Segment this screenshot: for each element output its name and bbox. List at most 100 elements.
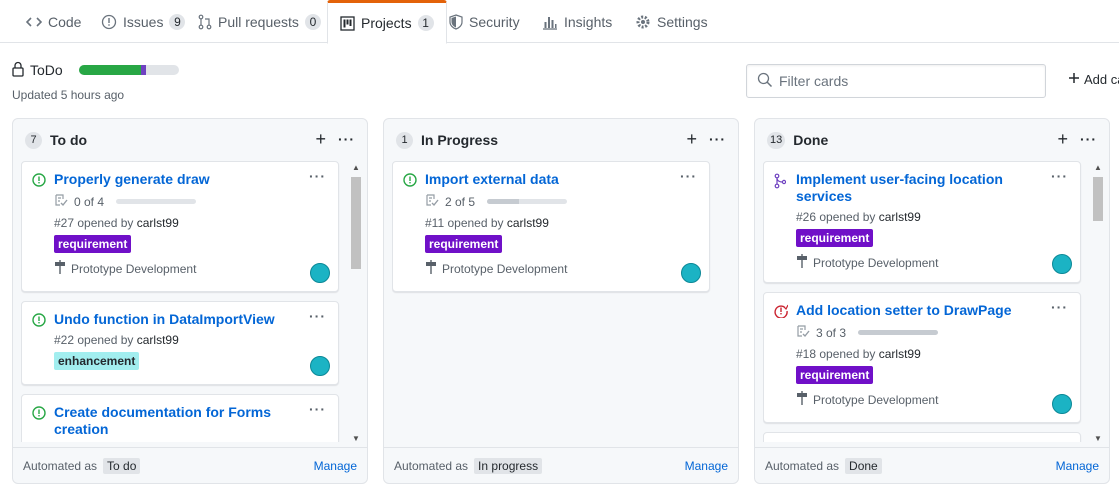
avatar[interactable] (1052, 394, 1072, 414)
card-menu-icon[interactable]: ··· (309, 401, 326, 417)
filter-cards-field[interactable] (746, 64, 1046, 98)
column-to-do: 7 To do + ··· ··· Properly generate draw… (12, 118, 368, 484)
avatar[interactable] (310, 263, 330, 283)
card-menu-icon[interactable]: ··· (1051, 168, 1068, 184)
task-progress: 3 of 3 (796, 324, 1070, 341)
issue-card[interactable]: ··· Properly generate draw 0 of 4 #27 op… (21, 161, 339, 292)
card-milestone[interactable]: Prototype Development (796, 391, 1070, 408)
add-cards-button[interactable]: Add ca (1068, 72, 1119, 87)
column-menu-icon[interactable]: ··· (709, 131, 726, 147)
label-requirement[interactable]: requirement (425, 235, 503, 253)
scroll-down-arrow[interactable]: ▼ (352, 434, 360, 443)
scroll-down-arrow[interactable]: ▼ (1094, 434, 1102, 443)
tab-projects[interactable]: Projects 1 (327, 0, 447, 44)
automation-text: Automated as (765, 458, 840, 473)
column-menu-icon[interactable]: ··· (338, 131, 355, 147)
code-icon (26, 14, 42, 30)
graph-icon (542, 14, 558, 30)
milestone-label: Prototype Development (813, 255, 939, 270)
merged-pull-request-icon (774, 173, 787, 192)
card-author[interactable]: carlst99 (137, 333, 179, 347)
column-scrollbar[interactable]: ▲ ▼ (1092, 163, 1104, 443)
automation-label: In progress (474, 457, 543, 474)
pull-request-card[interactable]: ··· Implement user-facing location servi… (763, 161, 1081, 283)
card-milestone[interactable]: Prototype Development (796, 254, 1070, 271)
card-milestone[interactable]: Prototype Development (425, 260, 699, 277)
column-footer: Automated as To do Manage (13, 447, 367, 483)
card-menu-icon[interactable]: ··· (309, 308, 326, 324)
tab-label: Issues (123, 13, 164, 30)
add-card-plus-icon[interactable]: + (315, 130, 326, 148)
tab-label: Projects (361, 15, 412, 31)
filter-cards-input[interactable] (779, 73, 1029, 89)
card-menu-icon[interactable]: ··· (1051, 299, 1068, 315)
issue-card[interactable]: ··· Undo function in DataImportView #22 … (21, 301, 339, 385)
card-author[interactable]: carlst99 (137, 216, 179, 230)
card-author[interactable]: carlst99 (507, 216, 549, 230)
tab-security[interactable]: Security (437, 0, 532, 43)
scroll-thumb[interactable] (1093, 177, 1103, 221)
tab-issues[interactable]: Issues 9 (89, 0, 197, 43)
label-enhancement[interactable]: enhancement (54, 352, 140, 370)
manage-automation-link[interactable]: Manage (314, 459, 357, 473)
task-count: 3 of 3 (816, 325, 847, 340)
milestone-icon (54, 260, 66, 277)
label-requirement[interactable]: requirement (796, 229, 874, 247)
tab-pull-requests[interactable]: Pull requests 0 (186, 0, 333, 43)
card-author[interactable]: carlst99 (879, 347, 921, 361)
column-scrollbar[interactable]: ▲ ▼ (350, 163, 362, 443)
tab-code[interactable]: Code (14, 0, 93, 43)
shield-icon (449, 13, 463, 30)
column-title: In Progress (421, 132, 499, 148)
scroll-up-arrow[interactable]: ▲ (352, 163, 360, 172)
milestone-icon (425, 260, 437, 277)
scroll-thumb[interactable] (351, 177, 361, 269)
lock-icon (12, 61, 24, 80)
avatar[interactable] (310, 356, 330, 376)
column-menu-icon[interactable]: ··· (1080, 131, 1097, 147)
tab-settings[interactable]: Settings (623, 0, 720, 43)
avatar[interactable] (1052, 254, 1072, 274)
card-title[interactable]: Add location setter to DrawPage (796, 302, 1070, 319)
issue-card[interactable]: ··· Create documentation for Forms creat… (21, 394, 339, 442)
card-title[interactable]: Import external data (425, 171, 699, 188)
manage-automation-link[interactable]: Manage (1056, 459, 1099, 473)
card-milestone[interactable]: Prototype Development (54, 260, 328, 277)
card-author[interactable]: carlst99 (879, 210, 921, 224)
label-requirement[interactable]: requirement (54, 235, 132, 253)
card-title[interactable]: Create documentation for Forms creation (54, 404, 328, 438)
column-done: 13 Done + ··· ··· Implement user-facing … (754, 118, 1110, 484)
automation-label: Done (845, 457, 882, 474)
column-card-count: 1 (396, 131, 413, 149)
repo-nav-tabs: Code Issues 9 Pull requests 0 Projects 1… (0, 0, 1119, 44)
card-meta: #18 opened by carlst99 (796, 347, 921, 361)
tab-insights[interactable]: Insights (530, 0, 624, 43)
card-menu-icon[interactable]: ··· (680, 168, 697, 184)
checklist-icon (796, 324, 810, 341)
column-card-count: 13 (767, 131, 786, 149)
add-card-plus-icon[interactable]: + (1057, 130, 1068, 148)
manage-automation-link[interactable]: Manage (685, 459, 728, 473)
issue-card[interactable]: ··· Add location setter to DrawPage 3 of… (763, 292, 1081, 423)
label-requirement[interactable]: requirement (796, 366, 874, 384)
projects-count: 1 (417, 15, 434, 31)
scroll-up-arrow[interactable]: ▲ (1094, 163, 1102, 172)
search-icon (757, 72, 773, 91)
milestone-label: Prototype Development (71, 261, 197, 276)
card-title[interactable]: Properly generate draw (54, 171, 328, 188)
progress-done-segment (78, 65, 141, 75)
column-footer: Automated as In progress Manage (384, 447, 738, 483)
pull-request-icon (198, 14, 212, 30)
issue-card[interactable] (763, 432, 1081, 442)
issue-icon (101, 14, 117, 30)
issue-card[interactable]: ··· Import external data 2 of 5 #11 open… (392, 161, 710, 292)
issues-count: 9 (169, 13, 186, 30)
task-count: 2 of 5 (445, 194, 476, 209)
card-title[interactable]: Implement user-facing location services (796, 171, 1070, 205)
card-title[interactable]: Undo function in DataImportView (54, 311, 328, 328)
avatar[interactable] (681, 263, 701, 283)
add-card-plus-icon[interactable]: + (686, 130, 697, 148)
card-menu-icon[interactable]: ··· (309, 168, 326, 184)
progress-in-progress-segment (140, 65, 146, 75)
tab-label: Security (469, 13, 520, 30)
